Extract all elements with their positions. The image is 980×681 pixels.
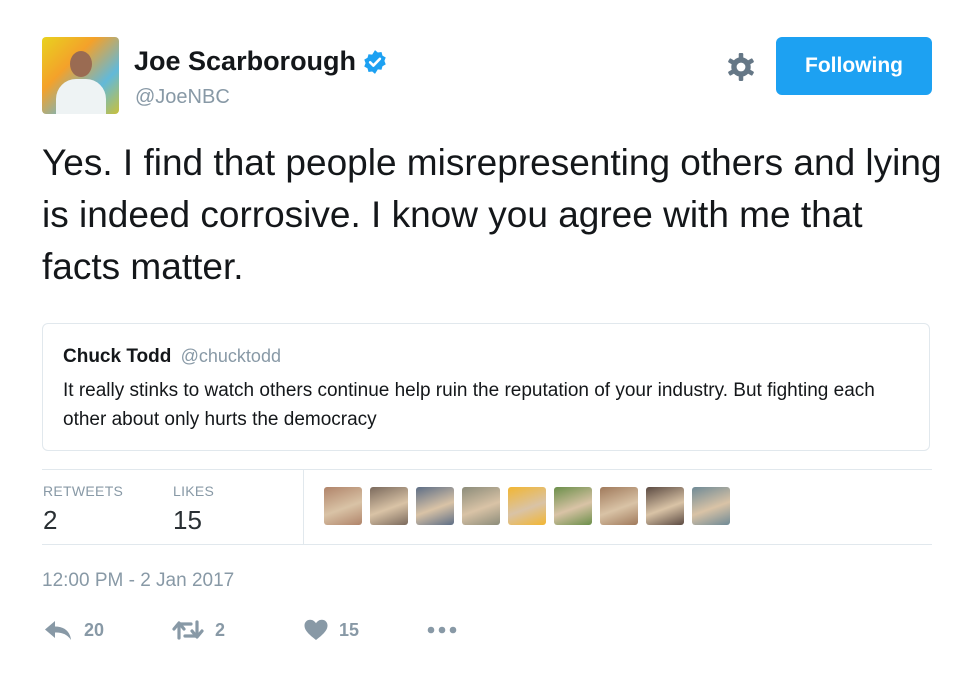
quoted-author-name: Chuck Todd — [63, 346, 172, 367]
tweet-text: Yes. I find that people misrepresenting … — [42, 142, 942, 287]
retweet-count: 2 — [215, 619, 226, 640]
stats-divider-top — [42, 469, 932, 470]
liker-avatar-2[interactable] — [370, 487, 408, 525]
likers-avatar-list — [324, 487, 730, 525]
author-name-row[interactable]: Joe Scarborough — [134, 46, 388, 77]
tweet-timestamp[interactable]: 12:00 PM - 2 Jan 2017 — [42, 570, 234, 592]
liker-avatar-7[interactable] — [600, 487, 638, 525]
quoted-tweet[interactable]: Chuck Todd @chucktodd It really stinks t… — [42, 323, 930, 451]
author-avatar[interactable] — [42, 37, 119, 114]
likes-label[interactable]: LIKES — [173, 483, 214, 499]
quoted-author-handle: @chucktodd — [180, 346, 281, 366]
retweet-icon — [172, 620, 204, 640]
avatar-body — [56, 79, 106, 114]
reply-icon — [45, 621, 71, 640]
retweet-action[interactable]: 2 — [171, 618, 225, 642]
quoted-tweet-text: It really stinks to watch others continu… — [63, 380, 875, 430]
reply-count: 20 — [84, 619, 105, 640]
more-action[interactable] — [426, 618, 458, 642]
like-action[interactable]: 15 — [303, 618, 359, 642]
liker-avatar-4[interactable] — [462, 487, 500, 525]
retweets-count[interactable]: 2 — [43, 505, 57, 536]
gear-icon[interactable] — [725, 51, 757, 83]
author-handle[interactable]: @JoeNBC — [135, 86, 230, 109]
stats-separator — [303, 470, 304, 544]
retweets-label[interactable]: RETWEETS — [43, 483, 123, 499]
following-button[interactable]: Following — [776, 37, 932, 95]
liker-avatar-1[interactable] — [324, 487, 362, 525]
like-count: 15 — [339, 619, 360, 640]
author-name[interactable]: Joe Scarborough — [134, 46, 356, 77]
liker-avatar-8[interactable] — [646, 487, 684, 525]
avatar-head — [70, 51, 92, 77]
likes-count[interactable]: 15 — [173, 505, 202, 536]
more-icon — [427, 626, 457, 634]
reply-action[interactable]: 20 — [44, 618, 104, 642]
verified-badge-icon — [364, 49, 386, 74]
liker-avatar-5[interactable] — [508, 487, 546, 525]
quoted-tweet-header: Chuck Todd @chucktodd — [63, 346, 281, 368]
liker-avatar-6[interactable] — [554, 487, 592, 525]
heart-icon — [304, 619, 328, 640]
stats-divider-bottom — [42, 544, 932, 545]
liker-avatar-3[interactable] — [416, 487, 454, 525]
liker-avatar-9[interactable] — [692, 487, 730, 525]
